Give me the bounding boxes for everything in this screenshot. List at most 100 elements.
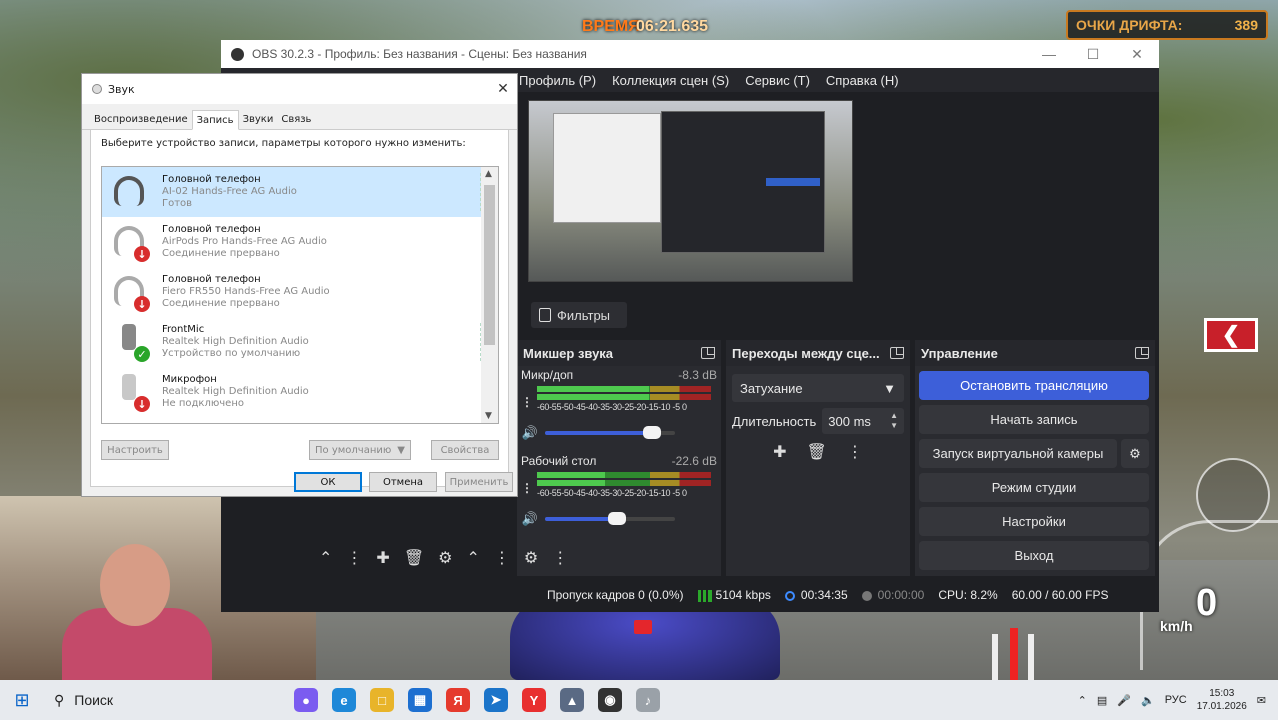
tab-playback[interactable]: Воспроизведение — [90, 110, 192, 129]
scroll-thumb[interactable] — [484, 185, 495, 345]
more-icon[interactable]: ⋮ — [847, 442, 863, 462]
network-icon[interactable]: ▤ — [1097, 694, 1107, 707]
gear-icon[interactable]: ⚙ — [1121, 439, 1149, 468]
more-icon[interactable]: ⋮ — [552, 548, 568, 568]
file-explorer-icon[interactable]: □ — [370, 688, 394, 712]
mixer-settings-icon[interactable]: ⚙ — [524, 548, 538, 568]
obs-preview[interactable] — [528, 100, 853, 282]
yandex-browser-icon[interactable]: Y — [522, 688, 546, 712]
close-icon[interactable]: ✕ — [489, 81, 517, 97]
game-icon[interactable]: ▲ — [560, 688, 584, 712]
duration-label: Длительность — [732, 413, 817, 429]
drift-score-value: 389 — [1234, 17, 1258, 33]
transitions-header: Переходы между сце... — [726, 340, 910, 366]
stream-icon — [784, 590, 795, 601]
trash-icon[interactable]: 🗑 — [807, 442, 827, 462]
chevron-up-icon[interactable]: ⌃ — [466, 548, 479, 568]
obs-window-title: OBS 30.2.3 - Профиль: Без названия - Сце… — [252, 47, 587, 61]
studio-mode-button[interactable]: Режим студии — [919, 473, 1149, 502]
list-item[interactable]: ↓ Головной телефон AirPods Pro Hands-Fre… — [102, 217, 498, 267]
tab-recording[interactable]: Запись — [191, 110, 239, 130]
close-icon[interactable]: ✕ — [1115, 46, 1159, 63]
game-time-label: ВРЕМЯ — [582, 18, 640, 35]
language-indicator[interactable]: РУС — [1165, 694, 1187, 706]
microphone-icon[interactable]: 🎤 — [1117, 694, 1131, 707]
ok-button[interactable]: ОК — [294, 472, 362, 492]
more-icon[interactable]: ⋮ — [494, 548, 510, 568]
trash-icon[interactable]: 🗑 — [404, 548, 424, 568]
bitrate: 5104 kbps — [715, 588, 771, 602]
device-driver: Realtek High Definition Audio — [162, 386, 309, 397]
properties-button[interactable]: Свойства — [431, 440, 499, 460]
volume-knob[interactable] — [642, 426, 661, 439]
menu-profile[interactable]: Профиль (P) — [519, 73, 596, 88]
configure-button[interactable]: Настроить — [101, 440, 169, 460]
channel-menu-icon[interactable]: ⋮ — [521, 482, 533, 494]
minimize-icon[interactable]: — — [1027, 46, 1071, 62]
speaker-icon[interactable]: 🔊 — [521, 511, 539, 527]
settings-button[interactable]: Настройки — [919, 507, 1149, 536]
notifications-icon[interactable]: ✉ — [1257, 694, 1266, 707]
virtual-camera-button[interactable]: Запуск виртуальной камеры — [919, 439, 1117, 468]
device-status: Соединение прервано — [162, 298, 280, 309]
apply-button[interactable]: Применить — [445, 472, 513, 492]
controls-header: Управление — [915, 340, 1155, 366]
sound-settings-icon[interactable]: ♪ — [636, 688, 660, 712]
list-item[interactable]: Головной телефон AI-02 Hands-Free AG Aud… — [102, 167, 498, 217]
transition-select[interactable]: Затухание ▼ — [732, 374, 904, 402]
stop-stream-button[interactable]: Остановить трансляцию — [919, 371, 1149, 400]
tab-sounds[interactable]: Звуки — [239, 110, 278, 129]
device-name: Головной телефон — [162, 174, 261, 185]
list-item[interactable]: ↓ Микрофон Realtek High Definition Audio… — [102, 367, 498, 417]
chevron-up-icon[interactable]: ⌃ — [319, 548, 332, 568]
set-default-button[interactable]: По умолчанию ▼ — [309, 440, 411, 460]
device-status: Соединение прервано — [162, 248, 280, 259]
menu-help[interactable]: Справка (H) — [826, 73, 899, 88]
windows-start-icon[interactable]: ⊞ — [0, 690, 44, 711]
list-item[interactable]: ↓ Головной телефон Fiero FR550 Hands-Fre… — [102, 267, 498, 317]
channel-menu-icon[interactable]: ⋮ — [521, 396, 533, 408]
volume-slider[interactable] — [545, 426, 675, 439]
add-icon[interactable]: ✚ — [376, 548, 389, 568]
copilot-icon[interactable]: ● — [294, 688, 318, 712]
exit-button[interactable]: Выход — [919, 541, 1149, 570]
volume-knob[interactable] — [607, 512, 626, 525]
sound-dialog: Звук ✕ Воспроизведение Запись Звуки Связ… — [81, 73, 518, 497]
game-time-value: 06:21.635 — [636, 18, 709, 35]
menu-scene-collection[interactable]: Коллекция сцен (S) — [612, 73, 729, 88]
device-list-scrollbar[interactable]: ▲ ▼ — [481, 167, 498, 423]
taskbar-search[interactable]: ⚲ Поиск — [44, 692, 234, 709]
undock-icon[interactable] — [701, 347, 715, 359]
duration-spinbox[interactable]: 300 ms ▲ ▼ — [822, 408, 904, 434]
scroll-up-icon[interactable]: ▲ — [485, 169, 492, 179]
menu-tools[interactable]: Сервис (T) — [745, 73, 810, 88]
cancel-button[interactable]: Отмена — [369, 472, 437, 492]
volume-slider[interactable] — [545, 512, 675, 525]
speaker-icon[interactable]: 🔊 — [521, 425, 539, 441]
list-item[interactable]: ✓ FrontMic Realtek High Definition Audio… — [102, 317, 498, 367]
clock[interactable]: 15:03 17.01.2026 — [1197, 687, 1247, 713]
filters-icon — [539, 308, 551, 322]
add-icon[interactable]: ✚ — [773, 442, 786, 462]
tab-communications[interactable]: Связь — [277, 110, 315, 129]
undock-icon[interactable] — [1135, 347, 1149, 359]
filters-button[interactable]: Фильтры — [531, 302, 627, 328]
start-record-button[interactable]: Начать запись — [919, 405, 1149, 434]
scroll-down-icon[interactable]: ▼ — [485, 411, 492, 421]
edge-icon[interactable]: e — [332, 688, 356, 712]
chevron-up-icon[interactable]: ⌃ — [1078, 694, 1087, 707]
mixer-channel-mic: Микр/доп -8.3 dB — [517, 366, 721, 382]
maximize-icon[interactable]: ☐ — [1071, 46, 1115, 63]
gear-icon[interactable]: ⚙ — [438, 548, 452, 568]
store-icon[interactable]: ▦ — [408, 688, 432, 712]
yandex-icon[interactable]: Я — [446, 688, 470, 712]
telegram-icon[interactable]: ➤ — [484, 688, 508, 712]
spin-arrows-icon[interactable]: ▲ ▼ — [890, 411, 898, 431]
more-icon[interactable]: ⋮ — [346, 548, 362, 568]
headset-disconnected-icon: ↓ — [110, 272, 150, 312]
chevron-down-icon[interactable]: ▼ — [397, 445, 405, 456]
obs-icon[interactable]: ◉ — [598, 688, 622, 712]
undock-icon[interactable] — [890, 347, 904, 359]
volume-icon[interactable]: 🔈 — [1141, 694, 1155, 707]
transitions-dock: Переходы между сце... Затухание ▼ Длител… — [726, 340, 910, 576]
